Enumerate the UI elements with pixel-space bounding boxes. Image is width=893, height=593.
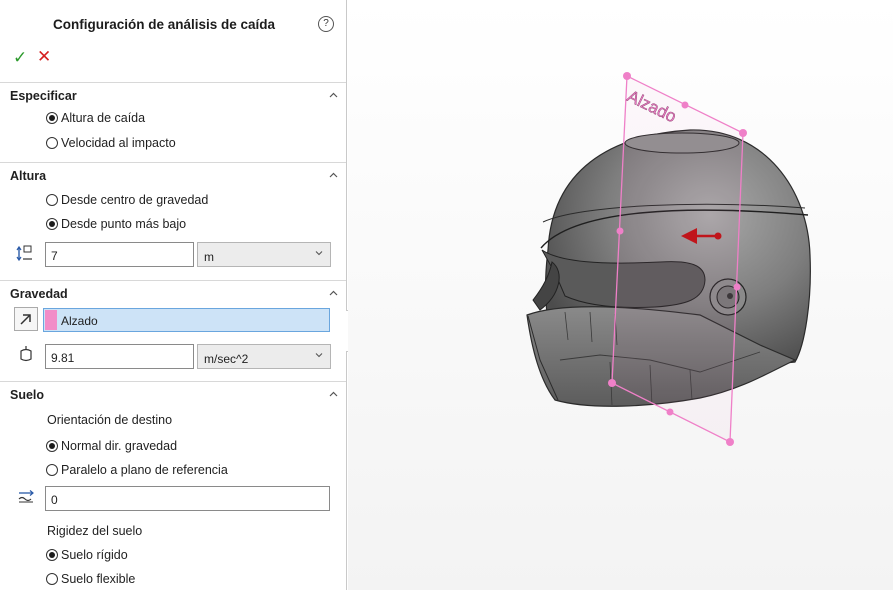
radio-button-selected[interactable] — [46, 549, 58, 561]
radio-label: Normal dir. gravedad — [61, 439, 178, 453]
gravity-reference-field[interactable]: Alzado — [43, 308, 330, 332]
panel-title: Configuración de análisis de caída — [53, 17, 276, 32]
radio-normal-to-gravity[interactable]: Normal dir. gravedad — [46, 439, 177, 453]
plane-handle-point[interactable] — [616, 227, 624, 235]
help-icon[interactable]: ? — [318, 16, 334, 32]
gravity-unit-select[interactable]: m/sec^2 — [197, 344, 331, 369]
plane-handle-point[interactable] — [608, 379, 616, 387]
radio-button[interactable] — [46, 573, 58, 585]
radio-label: Paralelo a plano de referencia — [61, 463, 228, 477]
ground-stiffness-label: Rigidez del suelo — [47, 524, 143, 538]
gravity-value-icon — [20, 346, 32, 362]
helmet-model[interactable]: Alzado — [348, 0, 893, 590]
unit-label: m/sec^2 — [204, 352, 249, 366]
plane-handle-point[interactable] — [739, 129, 747, 137]
height-value-input[interactable]: 7 — [45, 242, 194, 267]
radio-button[interactable] — [46, 137, 58, 149]
section-title: Altura — [10, 169, 47, 183]
gravity-reference-value: Alzado — [61, 314, 98, 328]
radio-button[interactable] — [46, 194, 58, 206]
radio-label: Velocidad al impacto — [61, 136, 176, 150]
section-title: Suelo — [10, 388, 45, 402]
chevron-up-icon[interactable] — [329, 289, 338, 298]
radio-label: Suelo rígido — [61, 548, 128, 562]
cancel-button[interactable]: ✕ — [37, 47, 51, 67]
height-icon — [16, 245, 32, 262]
radio-button-selected[interactable] — [46, 218, 58, 230]
radio-impact-velocity[interactable]: Velocidad al impacto — [46, 136, 176, 150]
reverse-direction-button[interactable] — [14, 307, 38, 331]
radio-button[interactable] — [46, 464, 58, 476]
radio-from-lowest-point[interactable]: Desde punto más bajo — [46, 217, 186, 231]
graphics-viewport[interactable]: Alzado — [348, 0, 893, 590]
chevron-up-icon[interactable] — [329, 171, 338, 180]
reference-color-swatch — [45, 310, 57, 330]
chevron-down-icon — [315, 353, 323, 358]
section-header-gravity[interactable]: Gravedad — [0, 280, 346, 305]
radio-flexible-ground[interactable]: Suelo flexible — [46, 572, 135, 586]
reference-plane[interactable] — [611, 74, 744, 444]
height-unit-select[interactable]: m — [197, 242, 331, 267]
radio-label: Altura de caída — [61, 111, 146, 125]
radio-drop-height[interactable]: Altura de caída — [46, 111, 145, 125]
radio-from-center-of-gravity[interactable]: Desde centro de gravedad — [46, 193, 208, 207]
radio-button-selected[interactable] — [46, 112, 58, 124]
chevron-up-icon[interactable] — [329, 390, 338, 399]
reverse-direction-icon — [20, 314, 31, 325]
radio-label: Desde centro de gravedad — [61, 193, 209, 207]
plane-handle-point[interactable] — [681, 101, 689, 109]
plane-handle-point[interactable] — [733, 283, 741, 291]
unit-label: m — [204, 250, 214, 264]
chevron-down-icon — [315, 251, 323, 256]
section-header-height[interactable]: Altura — [0, 162, 346, 187]
offset-icon — [18, 490, 34, 503]
section-header-specify[interactable]: Especificar — [0, 82, 346, 107]
section-title: Gravedad — [10, 287, 68, 301]
section-title: Especificar — [10, 89, 77, 103]
property-manager-panel: Configuración de análisis de caída ? ✓ ✕… — [0, 0, 347, 590]
target-orientation-label: Orientación de destino — [47, 413, 173, 427]
section-header-ground[interactable]: Suelo — [0, 381, 346, 406]
ground-offset-input[interactable]: 0 — [45, 486, 330, 511]
ok-button[interactable]: ✓ — [13, 48, 27, 68]
plane-handle-point[interactable] — [623, 72, 631, 80]
gravity-value-input[interactable]: 9.81 — [45, 344, 194, 369]
radio-label: Suelo flexible — [61, 572, 136, 586]
chevron-up-icon[interactable] — [329, 91, 338, 100]
plane-handle-point[interactable] — [726, 438, 734, 446]
radio-button-selected[interactable] — [46, 440, 58, 452]
radio-parallel-to-reference-plane[interactable]: Paralelo a plano de referencia — [46, 463, 228, 477]
radio-label: Desde punto más bajo — [61, 217, 187, 231]
radio-rigid-ground[interactable]: Suelo rígido — [46, 548, 128, 562]
plane-handle-point[interactable] — [666, 408, 674, 416]
gravity-arrow-handle[interactable] — [714, 232, 722, 240]
